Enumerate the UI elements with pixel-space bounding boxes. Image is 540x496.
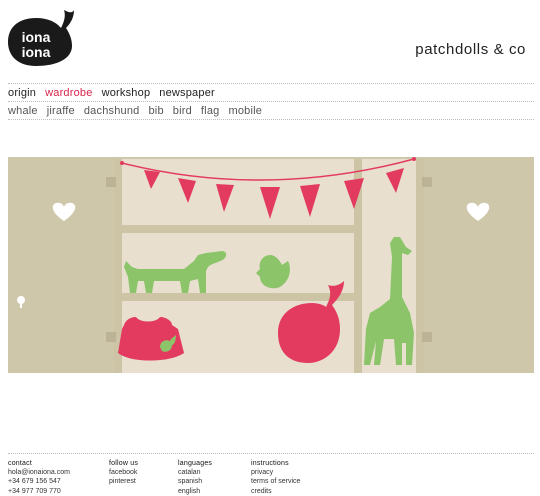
divider-top: [8, 83, 534, 84]
divider-bottom: [8, 119, 534, 120]
footer-languages: languages catalan spanish english: [178, 459, 212, 496]
subnav-item-bib[interactable]: bib: [148, 105, 163, 117]
nav-item-wardrobe[interactable]: wardrobe: [45, 87, 92, 99]
footer-heading-languages: languages: [178, 460, 213, 467]
sub-nav: whale jiraffe dachshund bib bird flag mobile: [8, 105, 271, 117]
footer-follow: follow us facebook pinterest: [109, 459, 138, 487]
subnav-item-dachshund[interactable]: dachshund: [84, 105, 140, 117]
shelf-top: [114, 225, 362, 233]
pinterest-link[interactable]: pinterest: [109, 477, 138, 486]
main-nav: origin wardrobe workshop newspaper: [8, 87, 224, 99]
footer-contact: contact hola@ionaiona.com +34 679 156 54…: [8, 459, 70, 496]
nav-item-newspaper[interactable]: newspaper: [159, 87, 215, 99]
language-english-link[interactable]: english: [178, 487, 212, 496]
terms-of-service-link[interactable]: terms of service: [251, 477, 300, 486]
site-brand-title: patchdolls & co: [415, 41, 526, 58]
wardrobe-illustration: [8, 157, 534, 373]
language-spanish-link[interactable]: spanish: [178, 477, 212, 486]
iona-iona-logo[interactable]: iona iona: [6, 4, 76, 68]
facebook-link[interactable]: facebook: [109, 468, 138, 477]
language-catalan-link[interactable]: catalan: [178, 468, 212, 477]
logo-text-line2: iona: [22, 44, 51, 60]
contact-phone-2: +34 977 709 770: [8, 487, 61, 495]
subnav-item-bird[interactable]: bird: [173, 105, 192, 117]
logo-text-line1: iona: [22, 29, 51, 45]
contact-email-link[interactable]: hola@ionaiona.com: [8, 468, 70, 477]
nav-item-workshop[interactable]: workshop: [102, 87, 151, 99]
divider-middle: [8, 101, 534, 102]
nav-item-origin[interactable]: origin: [8, 87, 36, 99]
privacy-link[interactable]: privacy: [251, 468, 300, 477]
shelf-middle: [114, 293, 362, 301]
credits-link[interactable]: credits: [251, 487, 300, 496]
subnav-item-flag[interactable]: flag: [201, 105, 220, 117]
contact-phone-1: +34 679 156 547: [8, 478, 61, 486]
footer-instructions: instructions privacy terms of service cr…: [251, 459, 300, 496]
subnav-item-jiraffe[interactable]: jiraffe: [47, 105, 75, 117]
footer-heading-follow: follow us: [109, 460, 139, 467]
footer-heading-instructions: instructions: [251, 460, 289, 467]
subnav-item-whale[interactable]: whale: [8, 105, 38, 117]
footer-heading-contact: contact: [8, 460, 32, 467]
subnav-item-mobile[interactable]: mobile: [228, 105, 262, 117]
wardrobe-scene: [8, 157, 534, 373]
footer-divider: [8, 453, 534, 454]
